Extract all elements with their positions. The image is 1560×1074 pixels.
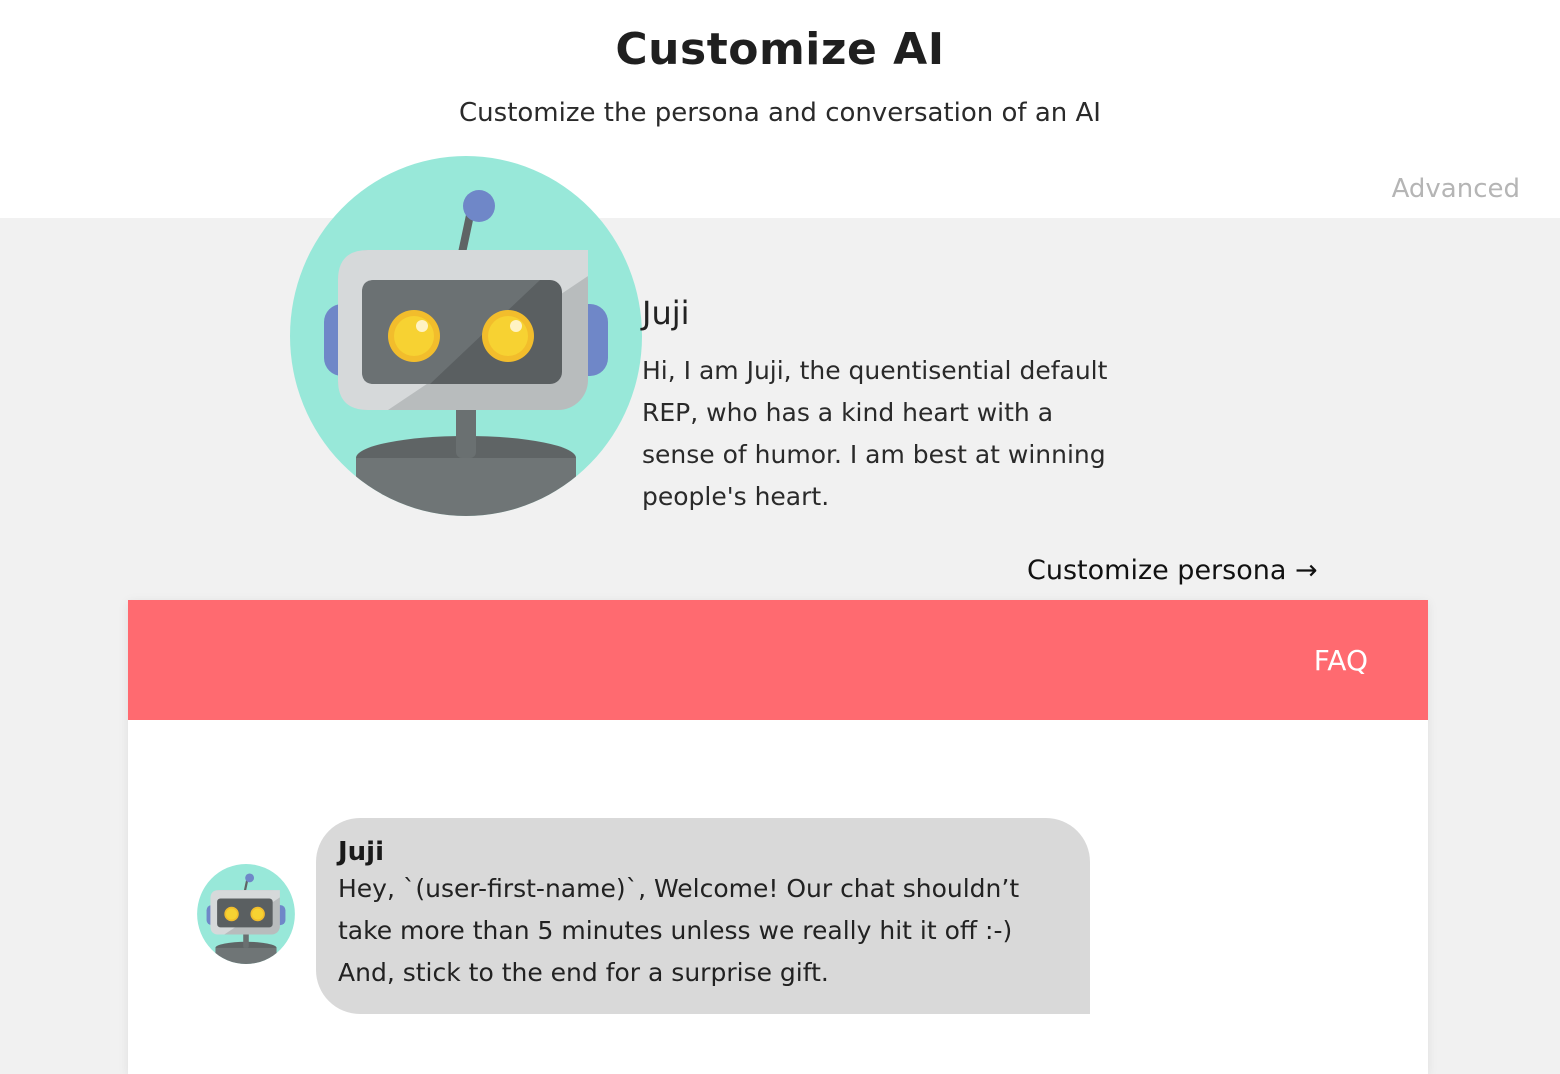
advanced-link[interactable]: Advanced (1392, 174, 1520, 204)
page-title: Customize AI (615, 24, 945, 75)
chat-message-bubble: Juji Hey, `(user-first-name)`, Welcome! … (316, 818, 1090, 1014)
page-header: Customize AI Customize the persona and c… (0, 0, 1560, 218)
message-text: Hey, `(user-first-name)`, Welcome! Our c… (338, 874, 1020, 987)
faq-tab[interactable]: FAQ (1314, 644, 1368, 677)
customize-persona-link[interactable]: Customize persona → (1027, 555, 1318, 586)
message-sender: Juji (338, 837, 385, 867)
persona-name: Juji (642, 294, 690, 332)
page-subtitle: Customize the persona and conversation o… (459, 98, 1101, 128)
persona-description: Hi, I am Juji, the quentisential default… (642, 356, 1108, 511)
chat-preview-card: FAQ Juji Hey, `(user-first-name)`, Welco… (128, 600, 1428, 1074)
robot-avatar-icon (290, 156, 642, 516)
chat-avatar-icon (196, 864, 296, 964)
chat-header-bar: FAQ (128, 600, 1428, 720)
